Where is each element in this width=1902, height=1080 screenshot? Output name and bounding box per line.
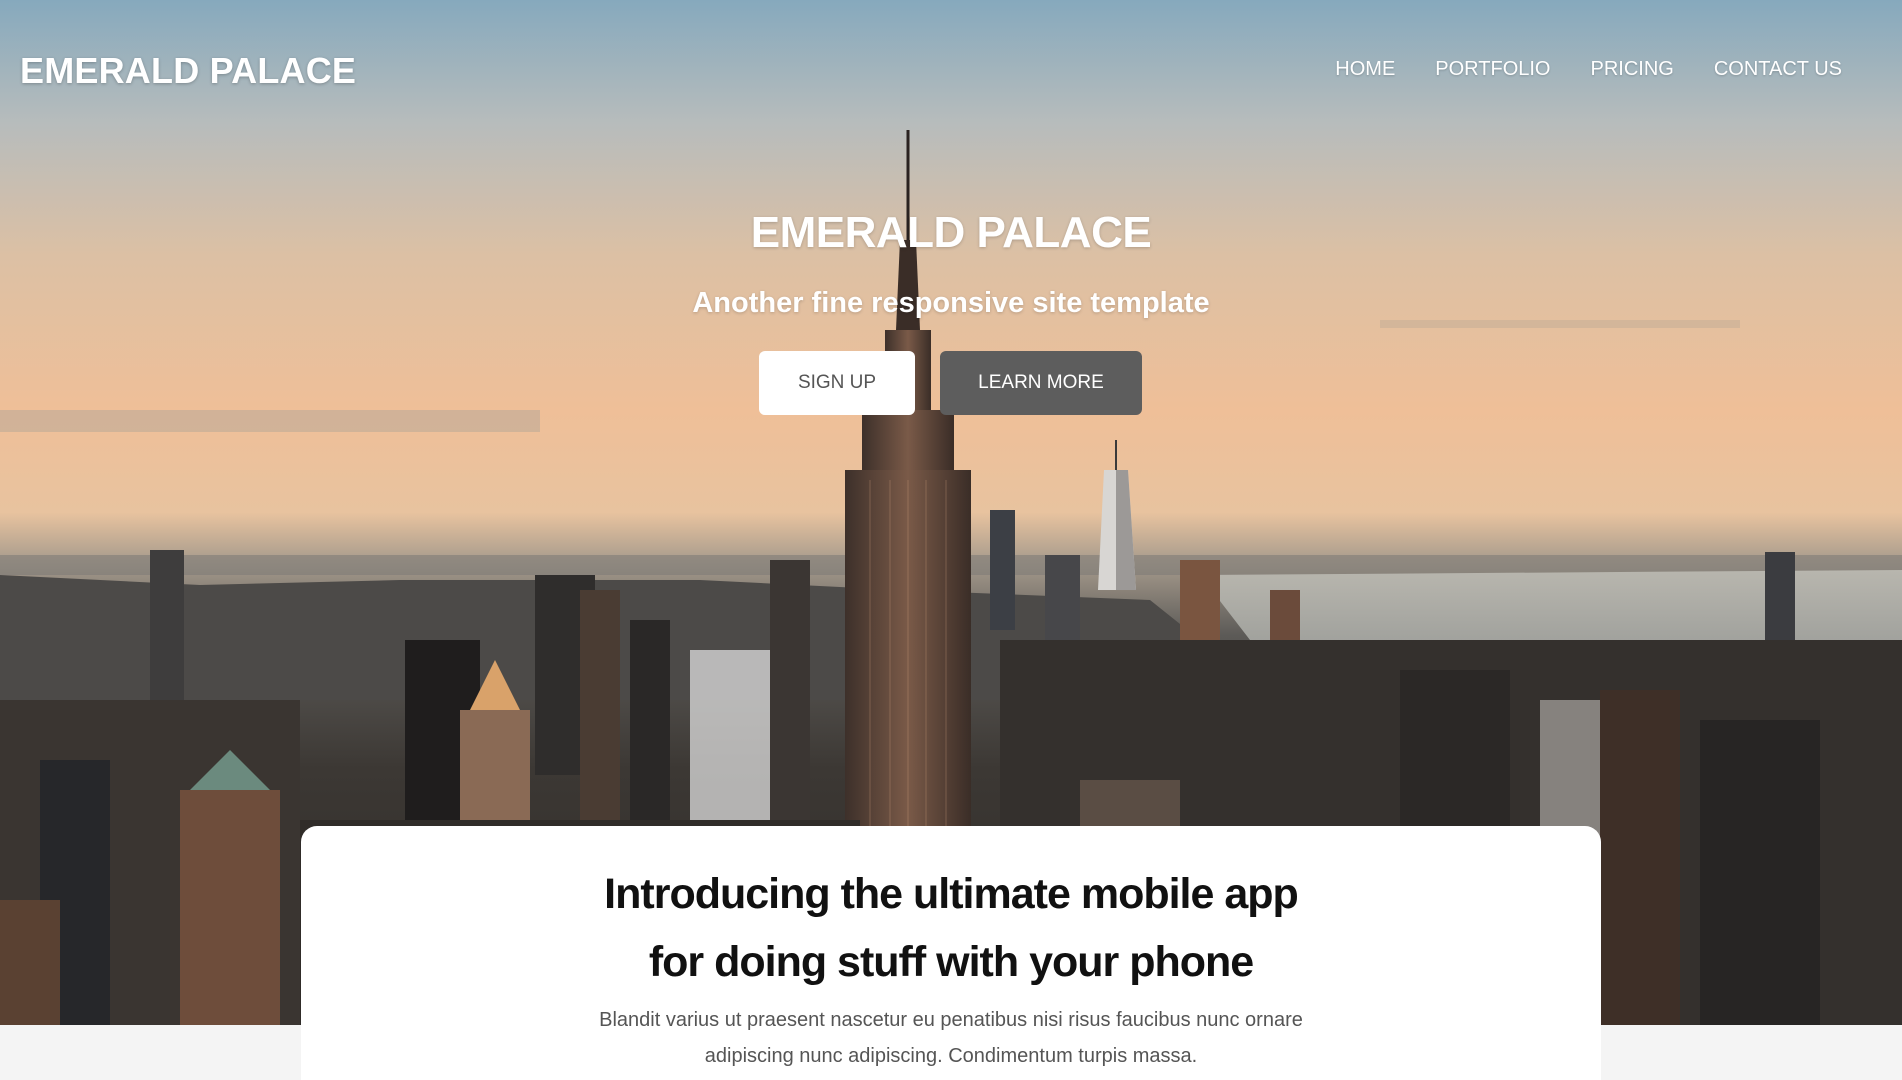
hero-subtitle: Another fine responsive site template [692,287,1210,319]
intro-title-line-1: Introducing the ultimate mobile app [604,870,1299,918]
intro-card: Introducing the ultimate mobile app for … [301,826,1601,1080]
nav-portfolio[interactable]: PORTFOLIO [1435,58,1550,81]
sign-up-button[interactable]: SIGN UP [759,351,915,415]
intro-text: Blandit varius ut praesent nascetur eu p… [599,1009,1303,1067]
nav-contact-us[interactable]: CONTACT US [1714,58,1842,81]
hero-title: EMERALD PALACE [750,208,1152,257]
brand-logo[interactable]: EMERALD PALACE [20,50,356,92]
nav-home[interactable]: HOME [1335,58,1395,81]
nav-pricing[interactable]: PRICING [1591,58,1674,81]
main-nav: HOME PORTFOLIO PRICING CONTACT US [1335,58,1842,81]
intro-title-line-2: for doing stuff with your phone [648,938,1254,986]
intro-title: Introducing the ultimate mobile app for … [301,860,1601,996]
hero-actions: SIGN UP LEARN MORE [759,351,1142,415]
learn-more-button[interactable]: LEARN MORE [940,351,1142,415]
